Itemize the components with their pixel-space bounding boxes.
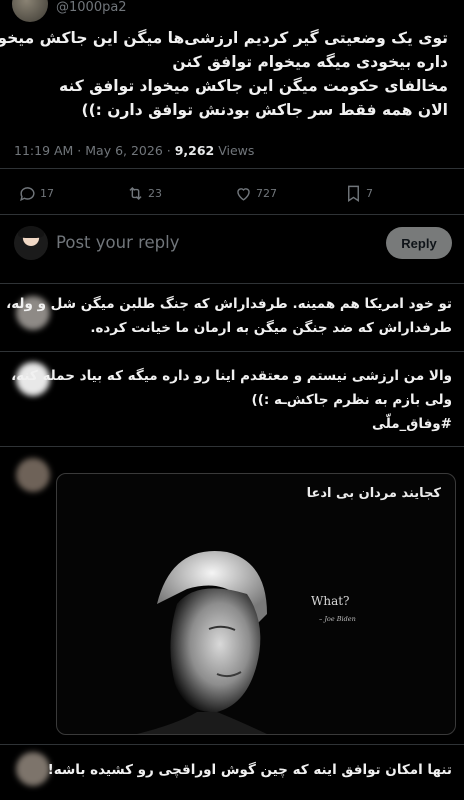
reply-action[interactable]: 17 [18,178,54,208]
tweet-timestamp[interactable]: 11:19 AM · May 6, 2026 · [14,143,175,158]
tweet-line: الان همه فقط سر جاکش بودنش توافق دارن :)… [81,101,448,119]
tweet-line: مخالفای حکومت میگن این جاکش میخواد توافق… [59,77,448,95]
reply-line: #وفاق_ملّی [372,416,452,432]
reply-text: تنها امکان توافق اینه که چین گوش اوراقچی… [42,758,452,782]
like-count: 727 [256,186,277,200]
tweet-line: داره بیخودی میگه میخوام توافق کنن [172,53,448,71]
reply-count: 17 [40,186,54,200]
heart-icon [237,187,250,201]
retweet-icon [129,186,142,200]
action-bar: 17 23 727 7 [0,178,464,208]
author-handle[interactable]: @1000pa2 [56,0,127,15]
quote-credit: – Joe Biden [319,615,356,623]
quote-text: What? [311,594,350,608]
reply-text: والا من ارزشی نیستم و معتقدم اینا رو دار… [11,364,452,436]
bookmark-icon [348,185,359,202]
reply-input[interactable]: Post your reply [56,233,180,252]
like-action[interactable]: 727 [234,178,277,208]
reply-button[interactable]: Reply [386,227,452,259]
image-caption: کجایند مردان بی ادعا [306,486,441,501]
tweet-thread-page: @1000pa2 توی یک وضعیتی گیر کردیم ارزشی‌ه… [0,0,464,800]
reply-line: ولی بازم به نظرم جاکش‌ـه :)) [251,392,452,408]
divider [0,744,464,745]
retweet-count: 23 [148,186,162,200]
reply-line: والا من ارزشی نیستم و معتقدم اینا رو دار… [11,368,452,384]
reply-image[interactable]: کجایند مردان بی ادعا What? – Joe Biden [56,473,456,735]
divider [0,351,464,352]
reply-avatar[interactable] [16,458,50,492]
portrait-image [137,551,267,734]
tweet-line: توی یک وضعیتی گیر کردیم ارزشی‌ها میگن ای… [0,29,448,47]
reply-line: تو خود امریکا هم همینه. طرفداراش که جنگ … [6,296,452,312]
reply-line: تنها امکان توافق اینه که چین گوش اوراقچی… [47,762,452,778]
reply-composer: Post your reply Reply [0,216,464,272]
tweet-header: @1000pa2 [0,0,464,22]
user-avatar[interactable] [14,226,48,260]
tweet-text: توی یک وضعیتی گیر کردیم ارزشی‌ها میگن ای… [0,26,448,122]
retweet-action[interactable]: 23 [126,178,162,208]
speech-bubble-icon [20,186,35,201]
reply-line: طرفداراش که ضد جنگن میگن به ارمان ما خیا… [90,320,452,336]
bookmark-action[interactable]: 7 [344,178,373,208]
divider [0,283,464,284]
bookmark-count: 7 [366,186,373,200]
author-avatar[interactable] [12,0,48,22]
view-count: 9,262 [174,143,215,158]
views-label: Views [214,143,255,158]
reply-text: تو خود امریکا هم همینه. طرفداراش که جنگ … [6,292,452,340]
divider [0,168,464,169]
tweet-meta: 11:19 AM · May 6, 2026 · 9,262 Views [14,143,254,158]
divider [0,446,464,447]
divider [0,214,464,215]
